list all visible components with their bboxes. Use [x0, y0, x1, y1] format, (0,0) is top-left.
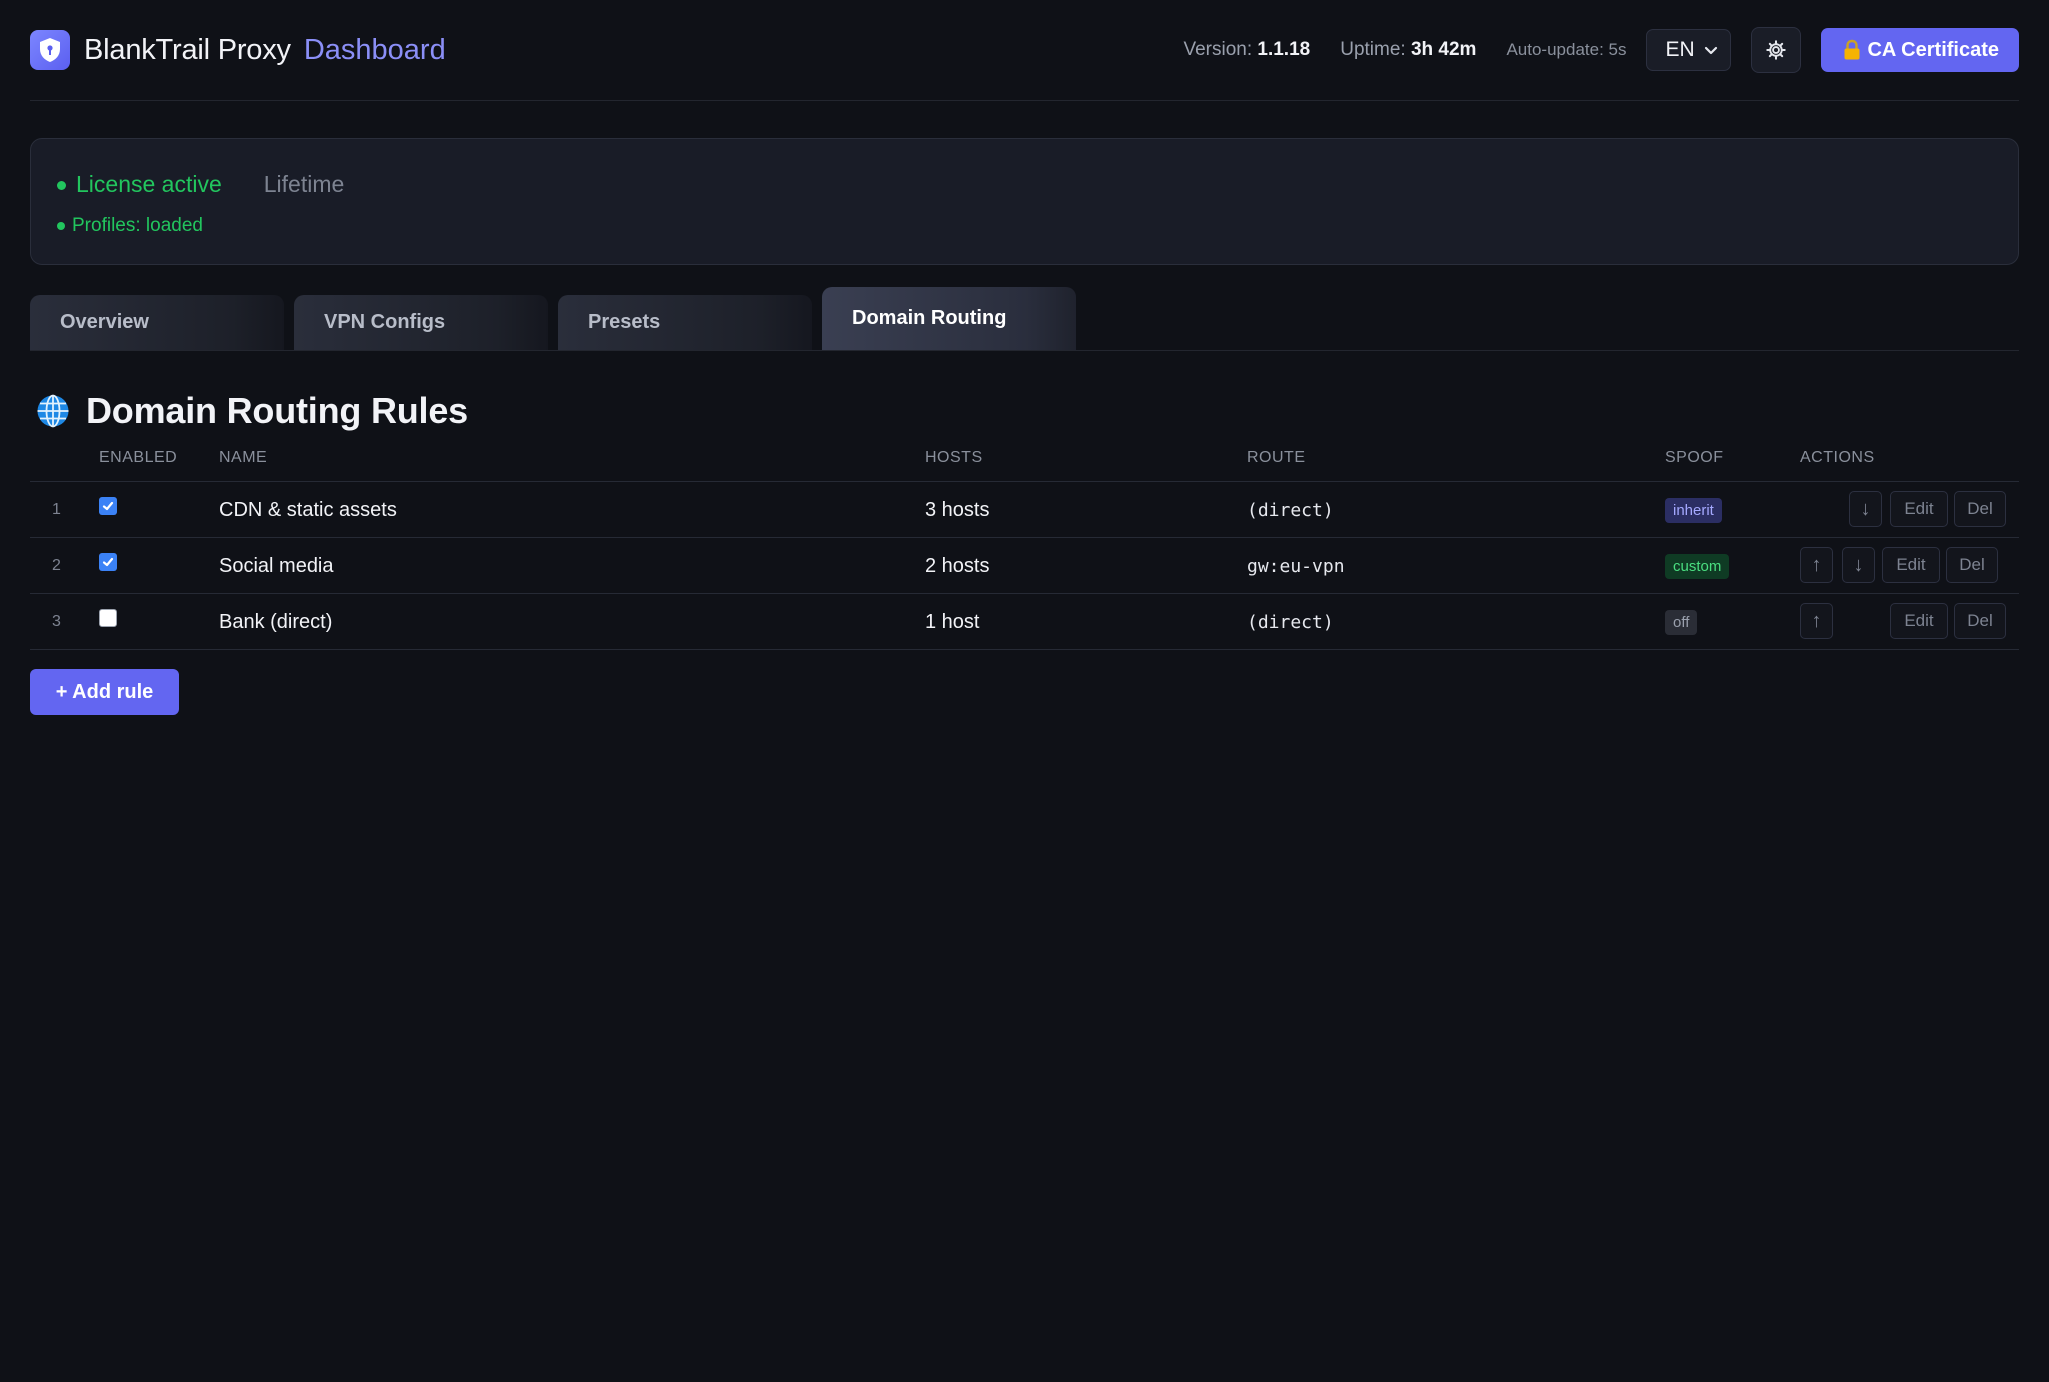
add-rule-button[interactable]: + Add rule — [30, 669, 179, 715]
rule-route: gw:eu-vpn — [1247, 555, 1345, 577]
language-value: EN — [1665, 38, 1695, 61]
rule-route: (direct) — [1247, 611, 1334, 633]
check-icon — [102, 501, 114, 511]
spoof-badge: inherit — [1665, 497, 1722, 523]
globe-icon — [37, 394, 69, 428]
column-enabled: ENABLED — [99, 449, 178, 466]
license-status: License active — [57, 171, 222, 198]
settings-button[interactable] — [1751, 27, 1802, 73]
edit-button[interactable]: Edit — [1890, 603, 1948, 639]
version-value: 1.1.18 — [1257, 39, 1311, 60]
routing-rules-table: ENABLED NAME HOSTS ROUTE SPOOF ACTIONS 1… — [30, 437, 2019, 650]
status-dot — [57, 221, 65, 230]
enabled-checkbox[interactable] — [99, 497, 117, 515]
tab-presets[interactable]: Presets — [558, 295, 812, 350]
rule-name: CDN & static assets — [219, 498, 397, 521]
spoof-badge: custom — [1665, 553, 1730, 579]
version-info: Version: 1.1.18 — [1183, 39, 1310, 61]
column-hosts: HOSTS — [925, 449, 983, 466]
row-index: 2 — [52, 557, 61, 574]
move-up-button[interactable]: ↑ — [1800, 547, 1833, 583]
tab-domain-routing[interactable]: Domain Routing — [822, 287, 1076, 350]
table-row: 3 Bank (direct) 1 host (direct) off ↑ Ed… — [30, 594, 2019, 650]
language-select[interactable]: EN — [1646, 29, 1732, 71]
column-name: NAME — [219, 449, 268, 466]
lock-icon — [1844, 39, 1860, 60]
gear-icon — [1766, 40, 1787, 60]
license-panel: License active Lifetime Profiles: loaded — [30, 138, 2019, 265]
delete-button[interactable]: Del — [1954, 491, 2006, 527]
chevron-down-icon — [1705, 46, 1718, 55]
uptime-value: 3h 42m — [1410, 39, 1477, 60]
uptime-label: Uptime: — [1340, 39, 1406, 60]
row-index: 3 — [52, 613, 61, 630]
edit-button[interactable]: Edit — [1882, 547, 1940, 583]
rule-hosts: 1 host — [925, 610, 980, 633]
column-actions: ACTIONS — [1800, 449, 1875, 466]
uptime-info: Uptime: 3h 42m — [1340, 39, 1476, 61]
rule-hosts: 3 hosts — [925, 498, 990, 521]
spoof-badge: off — [1665, 609, 1698, 635]
rule-name: Social media — [219, 554, 334, 577]
app-title: BlankTrail Proxy — [84, 33, 291, 66]
column-spoof: SPOOF — [1665, 449, 1724, 466]
status-dot — [57, 181, 66, 191]
rule-name: Bank (direct) — [219, 610, 333, 633]
tab-bar: Overview VPN Configs Presets Domain Rout… — [30, 287, 2019, 351]
ca-certificate-label: CA Certificate — [1867, 38, 1999, 61]
table-header: ENABLED NAME HOSTS ROUTE SPOOF ACTIONS — [30, 437, 2019, 482]
table-row: 1 CDN & static assets 3 hosts (direct) i… — [30, 482, 2019, 538]
check-icon — [102, 557, 114, 567]
edit-button[interactable]: Edit — [1890, 491, 1948, 527]
move-down-button[interactable]: ↓ — [1842, 547, 1875, 583]
table-row: 2 Social media 2 hosts gw:eu-vpn custom … — [30, 538, 2019, 594]
tab-vpn-configs[interactable]: VPN Configs — [294, 295, 548, 350]
ca-certificate-button[interactable]: CA Certificate — [1821, 28, 2019, 72]
autoupdate-status: Auto-update: 5s — [1506, 40, 1627, 59]
move-up-button[interactable]: ↑ — [1800, 603, 1833, 639]
move-down-button[interactable]: ↓ — [1849, 491, 1882, 527]
profiles-status: Profiles: loaded — [57, 215, 203, 237]
enabled-checkbox[interactable] — [99, 553, 117, 571]
version-label: Version: — [1183, 39, 1253, 60]
app-subtitle: Dashboard — [303, 33, 446, 66]
delete-button[interactable]: Del — [1954, 603, 2006, 639]
column-route: ROUTE — [1247, 449, 1306, 466]
license-type: Lifetime — [263, 171, 345, 197]
section-title: Domain Routing Rules — [86, 390, 468, 431]
enabled-checkbox[interactable] — [99, 609, 117, 627]
row-index: 1 — [52, 501, 61, 518]
top-bar: BlankTrail Proxy Dashboard Version: 1.1.… — [30, 0, 2019, 101]
rule-route: (direct) — [1247, 499, 1334, 521]
delete-button[interactable]: Del — [1946, 547, 1998, 583]
tab-overview[interactable]: Overview — [30, 295, 284, 350]
shield-icon — [30, 30, 70, 70]
rule-hosts: 2 hosts — [925, 554, 990, 577]
